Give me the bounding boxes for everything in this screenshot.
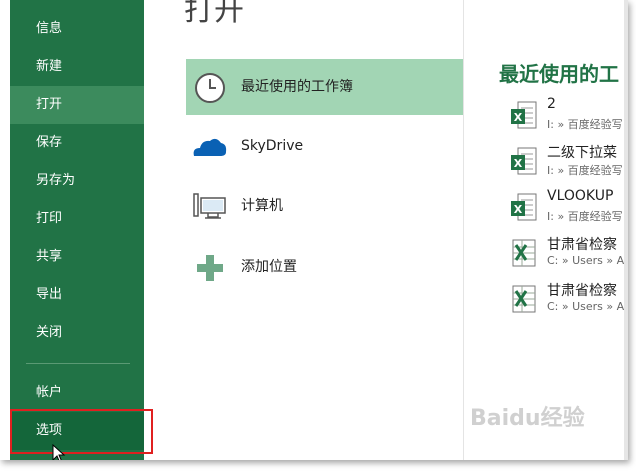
recent-workbooks-title: 最近使用的工 [499,62,619,86]
excel-old-file-icon [512,239,536,267]
nav-item-save[interactable]: 保存 [10,124,144,162]
file-name: 甘肃省检察 [547,237,617,253]
excel-file-icon: X [511,101,537,129]
excel-file-icon: X [511,193,537,221]
file-name: 2 [547,96,556,112]
options-highlight-box [10,409,153,454]
place-recent-workbooks[interactable]: 最近使用的工作簿 [186,59,464,115]
file-name: 二级下拉菜 [547,145,617,161]
file-name: 甘肃省检察 [547,283,617,299]
backstage-nav: 信息 新建 打开 保存 另存为 打印 共享 导出 关闭 帐户 选项 [10,0,144,460]
computer-icon [193,193,226,219]
file-path: I: » 百度经验写 [547,118,623,131]
excel-file-icon: X [511,147,537,175]
recent-file-item[interactable]: X VLOOKUP I: » 百度经验写 [510,188,628,232]
plus-icon [197,255,223,281]
recent-file-item[interactable]: X 2 I: » 百度经验写 [510,96,628,140]
clock-icon [195,73,225,103]
place-label: 计算机 [241,198,283,214]
nav-divider [26,363,130,364]
watermark: Baidu经验 [470,406,585,431]
nav-item-info[interactable]: 信息 [10,10,144,48]
nav-item-save-as[interactable]: 另存为 [10,162,144,200]
nav-item-export[interactable]: 导出 [10,276,144,314]
file-path: C: » Users » A [547,300,625,313]
nav-item-share[interactable]: 共享 [10,238,144,276]
excel-old-file-icon [512,285,536,313]
place-label: 最近使用的工作簿 [241,79,353,95]
svg-text:X: X [514,157,523,170]
file-path: I: » 百度经验写 [547,164,623,177]
scrollbar[interactable] [624,0,628,460]
mouse-cursor-icon [52,444,66,460]
svg-text:X: X [514,111,523,124]
file-name: VLOOKUP [547,188,614,204]
cloud-icon [193,138,227,156]
excel-backstage-window: 信息 新建 打开 保存 另存为 打印 共享 导出 关闭 帐户 选项 打开 最近使… [0,0,628,460]
file-path: C: » Users » A [547,254,625,267]
nav-item-open[interactable]: 打开 [10,86,144,124]
recent-file-item[interactable]: 甘肃省检察 C: » Users » A [510,280,628,324]
page-title: 打开 [184,0,244,28]
nav-item-new[interactable]: 新建 [10,48,144,86]
nav-item-close[interactable]: 关闭 [10,314,144,352]
nav-item-account[interactable]: 帐户 [10,374,144,412]
place-skydrive[interactable]: SkyDrive [186,118,464,174]
file-path: I: » 百度经验写 [547,210,623,223]
place-add-location[interactable]: 添加位置 [186,239,464,295]
place-label: 添加位置 [241,259,297,275]
recent-file-item[interactable]: 甘肃省检察 C: » Users » A [510,234,628,278]
place-label: SkyDrive [241,138,304,154]
recent-file-item[interactable]: X 二级下拉菜 I: » 百度经验写 [510,142,628,186]
place-computer[interactable]: 计算机 [186,178,464,234]
column-divider [463,0,464,460]
nav-item-print[interactable]: 打印 [10,200,144,238]
svg-text:X: X [514,203,523,216]
